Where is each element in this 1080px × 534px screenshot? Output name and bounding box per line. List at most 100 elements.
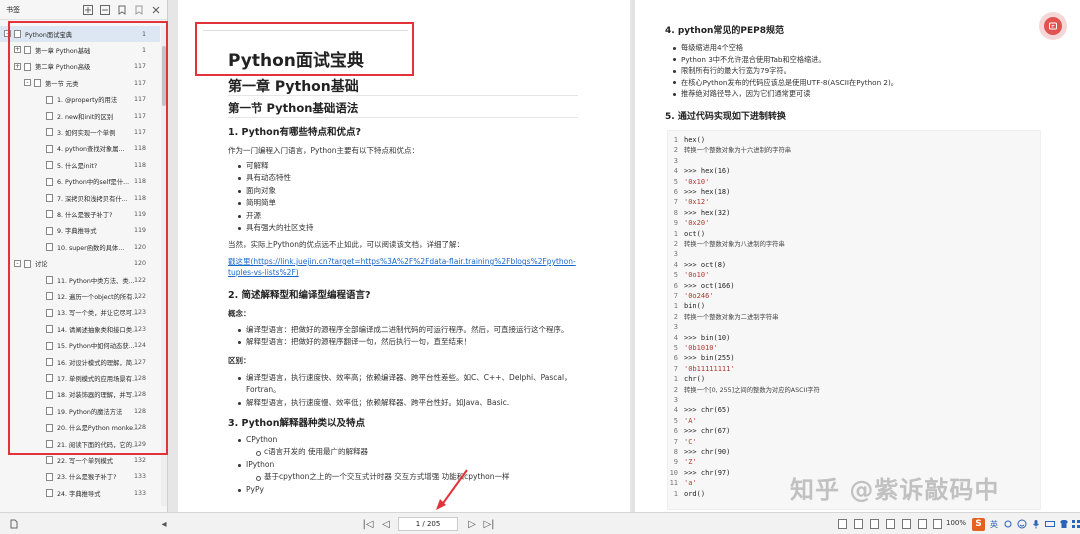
bookmark-item[interactable]: 17. 单例模式的应用场景有... 128 — [0, 370, 160, 386]
bookmark-item[interactable]: 5. 什么是init? 118 — [0, 157, 160, 173]
sidebar-scrollbar[interactable] — [161, 26, 167, 506]
keyboard-icon[interactable] — [1045, 519, 1055, 529]
code-text: >>> oct(166) — [684, 281, 735, 290]
bookmark-item[interactable]: 10. super函数的具体... 120 — [0, 239, 160, 255]
bookmark-page-number: 133 — [133, 489, 146, 497]
next-page-icon[interactable]: ▷ — [466, 518, 478, 530]
bookmark-item[interactable]: 19. Python的魔法方法 128 — [0, 403, 160, 419]
continuous-view-icon[interactable] — [852, 518, 864, 530]
bookmark-page-icon — [46, 194, 53, 202]
bookmark-item[interactable]: 16. 对设计模式的理解，简... 127 — [0, 354, 160, 370]
bookmark-label: 第一节 元类 — [45, 80, 79, 88]
bookmark-item[interactable]: 8. 什么是猴子补丁? 119 — [0, 206, 160, 222]
bookmark-page-icon — [46, 374, 53, 383]
chapter-heading: 第一章 Python基础 — [228, 79, 359, 95]
collapse-icon[interactable]: - — [14, 259, 21, 267]
punctuation-icon[interactable] — [1003, 519, 1013, 529]
grid-menu-icon[interactable] — [1071, 519, 1080, 529]
close-icon[interactable] — [149, 3, 163, 17]
fit-page-icon[interactable] — [916, 518, 928, 530]
code-text: >>> hex(16) — [684, 167, 731, 176]
code-line: 11 'a' — [668, 478, 697, 488]
emoji-icon[interactable] — [1017, 519, 1027, 529]
prev-page-icon[interactable]: ◁ — [380, 518, 392, 530]
bookmark-icon[interactable] — [132, 3, 146, 17]
bookmark-item[interactable]: 24. 字典推导式 133 — [0, 485, 160, 501]
bookmark-page-number: 127 — [133, 358, 146, 366]
scrollbar-thumb[interactable] — [162, 46, 166, 106]
code-line: 6 >>> chr(67) — [668, 426, 731, 436]
expand-all-icon[interactable] — [81, 3, 95, 17]
page-number-input[interactable]: 1 / 205 — [398, 517, 458, 531]
bookmark-item[interactable]: - Python面试宝典 1 — [0, 26, 160, 43]
code-line: 1 bin() — [668, 301, 705, 311]
list-item-label: CPython — [246, 435, 278, 444]
bookmark-page-icon — [24, 62, 31, 71]
first-page-icon[interactable]: |◁ — [362, 518, 374, 530]
list-item: 推荐绝对路径导入，因为它们通常更可读 — [673, 88, 898, 100]
list-item: 解释型语言：把做好的源程序翻译一句，然后执行一句，直至结束！ — [238, 336, 569, 348]
bookmark-item[interactable]: 13. 写一个类，并让它尽可... 123 — [0, 305, 160, 321]
document-view[interactable]: Python面试宝典 第一章 Python基础 第一节 Python基础语法 1… — [170, 0, 1080, 512]
bookmark-item[interactable]: 3. 如何实现一个单例 117 — [0, 124, 160, 140]
floating-assistant-button[interactable] — [1039, 12, 1067, 40]
bookmark-item[interactable]: 23. 什么是猴子补丁? 133 — [0, 469, 160, 485]
bookmark-item[interactable]: 18. 对装饰器的理解，并写... 128 — [0, 387, 160, 403]
bookmark-item[interactable]: 14. 请阐述抽象类和接口类... 123 — [0, 321, 160, 337]
doc-link[interactable]: 戳这里(https://link.juejin.cn?target=https%… — [228, 256, 578, 278]
ime-english-icon[interactable]: 英 — [989, 519, 999, 529]
bookmark-item[interactable]: 21. 阅读下面的代码，它的... 129 — [0, 436, 160, 452]
shirt-skin-icon[interactable] — [1059, 519, 1069, 529]
bookmark-page-number: 120 — [133, 243, 146, 251]
bookmark-page-number: 128 — [133, 391, 146, 399]
single-page-view-icon[interactable] — [836, 518, 848, 530]
two-page-view-icon[interactable] — [868, 518, 880, 530]
line-number: 2 — [673, 240, 678, 248]
add-bookmark-icon[interactable] — [115, 3, 129, 17]
line-number: 5 — [673, 416, 678, 425]
collapse-all-icon[interactable] — [98, 3, 112, 17]
collapse-icon[interactable]: - — [24, 79, 31, 87]
line-number: 5 — [673, 271, 678, 280]
fit-width-icon[interactable] — [900, 518, 912, 530]
line-number: 7 — [673, 364, 678, 373]
bookmark-item[interactable]: 2. new和init的区别 117 — [0, 108, 160, 124]
sidebar-toggle-icon[interactable] — [8, 518, 20, 530]
bookmark-item[interactable]: 9. 字典推导式 119 — [0, 223, 160, 239]
bookmark-item[interactable]: + 第二章 Python高级 117 — [0, 59, 160, 75]
bookmark-item[interactable]: 7. 深拷贝和浅拷贝有什... 118 — [0, 190, 160, 206]
pdf-page-right: 4. python常见的PEP8规范 每级缩进用4个空格 Python 3中不允许… — [635, 0, 1080, 512]
bookmark-item[interactable]: 4. python查找对象属... 118 — [0, 141, 160, 157]
code-line: 3 — [668, 395, 684, 405]
list-item: 简明简单 — [238, 197, 314, 209]
line-number: 11 — [669, 479, 678, 488]
bookmark-item[interactable]: - 第一节 元类 117 — [0, 75, 160, 91]
rotate-icon[interactable] — [931, 518, 943, 530]
bookmark-item[interactable]: 11. Python中类方法、类... 122 — [0, 272, 160, 288]
zoom-level[interactable]: 100% — [946, 519, 966, 527]
code-text: >>> hex(32) — [684, 208, 731, 217]
last-page-icon[interactable]: ▷| — [483, 518, 495, 530]
expand-icon[interactable]: + — [14, 46, 21, 54]
bookmark-label: 16. 对设计模式的理解，简... — [57, 359, 138, 367]
annotation-arrow — [436, 469, 468, 510]
expand-icon[interactable]: + — [14, 62, 21, 70]
bookmark-item[interactable]: + 第一章 Python基础 1 — [0, 42, 160, 58]
microphone-icon[interactable] — [1031, 519, 1041, 529]
two-page-continuous-icon[interactable] — [884, 518, 896, 530]
svg-text:英: 英 — [990, 519, 998, 529]
bookmark-page-icon — [34, 79, 41, 88]
panel-collapse-icon[interactable]: ◂ — [158, 518, 170, 530]
code-text: >>> chr(90) — [684, 448, 731, 456]
bookmark-item[interactable]: 1. @property的用法 117 — [0, 92, 160, 108]
collapse-icon[interactable]: - — [4, 30, 11, 37]
ime-sogou-icon[interactable]: S — [972, 518, 985, 531]
bookmark-item[interactable]: 20. 什么是Python monke... 128 — [0, 420, 160, 436]
bookmark-item[interactable]: 15. Python中如何动态获... 124 — [0, 338, 160, 354]
bookmark-item[interactable]: 22. 写一个单列模式 132 — [0, 452, 160, 468]
bookmark-item[interactable]: - 讨论 120 — [0, 256, 160, 272]
code-line: 4 >>> hex(16) — [668, 166, 731, 176]
bookmark-item[interactable]: 12. 遍历一个object的所有... 122 — [0, 288, 160, 304]
bookmark-label: 24. 字典推导式 — [57, 490, 101, 498]
bookmark-item[interactable]: 6. Python中的self是什... 118 — [0, 174, 160, 190]
